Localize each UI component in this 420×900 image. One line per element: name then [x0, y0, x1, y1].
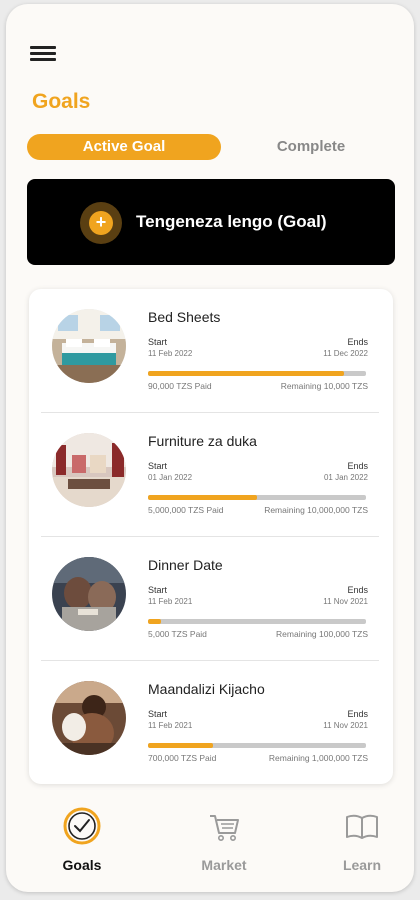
goal-item[interactable]: Bed Sheets Start 11 Feb 2022 Ends 11 Dec…	[29, 289, 393, 413]
nav-market-label: Market	[201, 857, 247, 873]
ends-label: Ends	[347, 709, 368, 719]
start-date: 01 Jan 2022	[148, 473, 193, 482]
app-screen: Goals Active Goal Complete + Tengeneza l…	[6, 4, 414, 892]
progress-bar	[148, 619, 366, 624]
create-goal-label: Tengeneza lengo (Goal)	[136, 212, 327, 231]
remaining-amount: Remaining 10,000 TZS	[280, 381, 368, 391]
paid-amount: 700,000 TZS Paid	[148, 753, 217, 763]
tab-active-goal[interactable]: Active Goal	[27, 134, 221, 160]
progress-bar	[148, 743, 366, 748]
remaining-amount: Remaining 100,000 TZS	[276, 629, 368, 639]
ends-label: Ends	[347, 585, 368, 595]
end-date: 01 Jan 2022	[323, 473, 368, 482]
goal-image-dinner-date	[52, 557, 126, 631]
paid-amount: 5,000 TZS Paid	[148, 629, 207, 639]
goal-image-furniture	[52, 433, 126, 507]
goal-title: Furniture za duka	[148, 433, 257, 449]
start-label: Start	[148, 585, 168, 595]
start-date: 11 Feb 2022	[148, 349, 193, 358]
remaining-amount: Remaining 10,000,000 TZS	[264, 505, 368, 515]
remaining-amount: Remaining 1,000,000 TZS	[268, 753, 368, 763]
paid-amount: 5,000,000 TZS Paid	[148, 505, 224, 515]
start-label: Start	[148, 709, 168, 719]
end-date: 11 Dec 2022	[323, 349, 368, 358]
start-label: Start	[148, 337, 168, 347]
start-label: Start	[148, 461, 168, 471]
progress-bar-fill	[148, 495, 257, 500]
goal-item[interactable]: Maandalizi Kijacho Start 11 Feb 2021 End…	[29, 661, 393, 785]
progress-bar-fill	[148, 743, 214, 748]
goals-list: Bed Sheets Start 11 Feb 2022 Ends 11 Dec…	[29, 289, 393, 784]
tab-complete[interactable]: Complete	[226, 134, 396, 160]
start-date: 11 Feb 2021	[148, 721, 193, 730]
goal-title: Bed Sheets	[148, 309, 221, 325]
end-date: 11 Nov 2021	[323, 597, 368, 606]
progress-bar	[148, 371, 366, 376]
nav-goals-label: Goals	[62, 857, 102, 873]
create-goal-button[interactable]: + Tengeneza lengo (Goal)	[27, 179, 395, 265]
paid-amount: 90,000 TZS Paid	[148, 381, 212, 391]
page-title: Goals	[32, 90, 91, 113]
goal-item[interactable]: Dinner Date Start 11 Feb 2021 Ends 11 No…	[29, 537, 393, 661]
check-circle-icon	[63, 807, 101, 845]
bottom-nav: Goals Market Learn	[6, 799, 414, 879]
plus-icon: +	[89, 211, 113, 235]
ends-label: Ends	[347, 461, 368, 471]
ends-label: Ends	[347, 337, 368, 347]
goal-item[interactable]: Furniture za duka Start 01 Jan 2022 Ends…	[29, 413, 393, 537]
progress-bar	[148, 495, 366, 500]
goal-title: Dinner Date	[148, 557, 223, 573]
book-icon	[343, 807, 381, 845]
goal-image-maandalizi	[52, 681, 126, 755]
start-date: 11 Feb 2021	[148, 597, 193, 606]
progress-bar-fill	[148, 619, 162, 624]
cart-icon	[205, 807, 243, 845]
menu-icon[interactable]	[30, 46, 58, 62]
goal-title: Maandalizi Kijacho	[148, 681, 265, 697]
goal-image-bed-sheets	[52, 309, 126, 383]
progress-bar-fill	[148, 371, 345, 376]
end-date: 11 Nov 2021	[323, 721, 368, 730]
nav-learn-label: Learn	[342, 857, 382, 873]
